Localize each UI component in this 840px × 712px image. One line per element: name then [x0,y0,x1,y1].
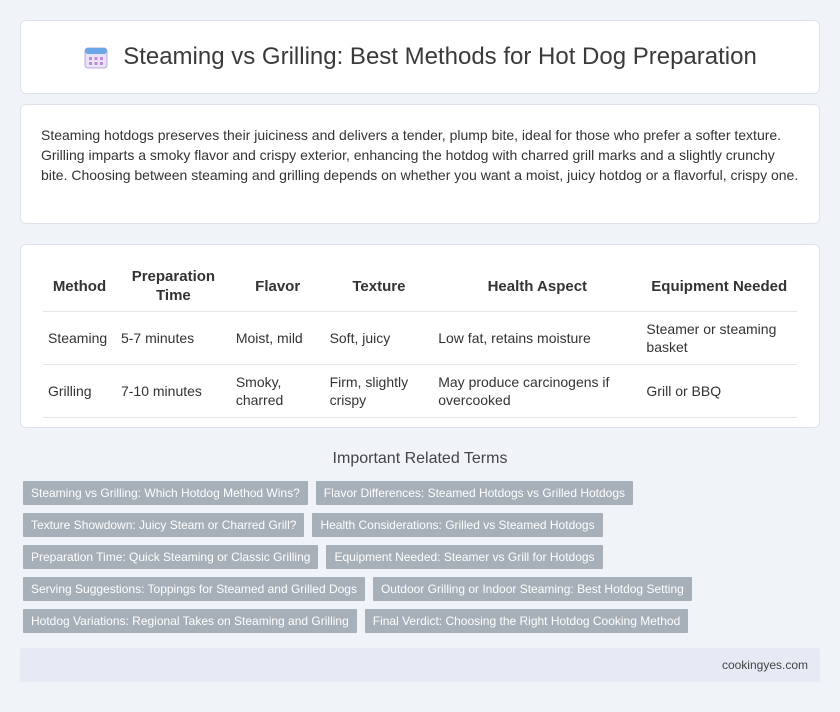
intro-card: Steaming hotdogs preserves their juicine… [20,104,820,224]
table-cell: May produce carcinogens if overcooked [433,364,642,418]
intro-paragraph: Steaming hotdogs preserves their juicine… [41,127,799,183]
comparison-table: Method Preparation Time Flavor Texture H… [43,261,797,418]
table-cell: Low fat, retains moisture [433,311,642,365]
title-card: Steaming vs Grilling: Best Methods for H… [20,20,820,94]
related-terms-list: Steaming vs Grilling: Which Hotdog Metho… [23,481,813,641]
table-header: Equipment Needed [641,261,797,312]
tag-row: Steaming vs Grilling: Which Hotdog Metho… [23,481,813,505]
table-cell: Grilling [43,364,116,418]
related-term-tag[interactable]: Outdoor Grilling or Indoor Steaming: Bes… [372,577,692,601]
related-term-tag[interactable]: Texture Showdown: Juicy Steam or Charred… [23,513,305,537]
table-cell: Smoky, charred [230,364,325,418]
table-row: Steaming 5-7 minutes Moist, mild Soft, j… [43,311,797,365]
comparison-table-card: Method Preparation Time Flavor Texture H… [20,244,820,428]
related-term-tag[interactable]: Flavor Differences: Steamed Hotdogs vs G… [315,481,634,505]
related-term-tag[interactable]: Final Verdict: Choosing the Right Hotdog… [364,609,689,633]
related-term-tag[interactable]: Hotdog Variations: Regional Takes on Ste… [23,609,357,633]
footer: cookingyes.com [20,648,820,682]
related-terms-title: Important Related Terms [332,450,508,467]
page-title: Steaming vs Grilling: Best Methods for H… [83,43,757,71]
table-header: Preparation Time [115,261,231,312]
page-title-text: Steaming vs Grilling: Best Methods for H… [123,43,757,70]
table-cell: 5-7 minutes [115,311,231,365]
related-term-tag[interactable]: Steaming vs Grilling: Which Hotdog Metho… [23,481,308,505]
table-header: Health Aspect [433,261,642,312]
calendar-icon [84,47,108,69]
table-row: Grilling 7-10 minutes Smoky, charred Fir… [43,364,797,418]
tag-row: Hotdog Variations: Regional Takes on Ste… [23,609,813,633]
tag-row: Preparation Time: Quick Steaming or Clas… [23,545,813,569]
table-cell: Moist, mild [230,311,325,365]
tag-row: Serving Suggestions: Toppings for Steame… [23,577,813,601]
table-header: Method [43,261,116,312]
tag-row: Texture Showdown: Juicy Steam or Charred… [23,513,813,537]
table-cell: Firm, slightly crispy [324,364,434,418]
table-cell: Grill or BBQ [641,364,797,418]
table-header-row: Method Preparation Time Flavor Texture H… [43,261,797,312]
related-term-tag[interactable]: Serving Suggestions: Toppings for Steame… [23,577,365,601]
table-cell: Steaming [43,311,116,365]
table-header: Flavor [230,261,325,312]
table-cell: 7-10 minutes [115,364,231,418]
table-cell: Soft, juicy [324,311,434,365]
footer-site-link[interactable]: cookingyes.com [722,658,808,672]
related-term-tag[interactable]: Preparation Time: Quick Steaming or Clas… [23,545,319,569]
table-header: Texture [324,261,434,312]
related-term-tag[interactable]: Equipment Needed: Steamer vs Grill for H… [326,545,603,569]
table-cell: Steamer or steaming basket [641,311,797,365]
related-term-tag[interactable]: Health Considerations: Grilled vs Steame… [312,513,603,537]
